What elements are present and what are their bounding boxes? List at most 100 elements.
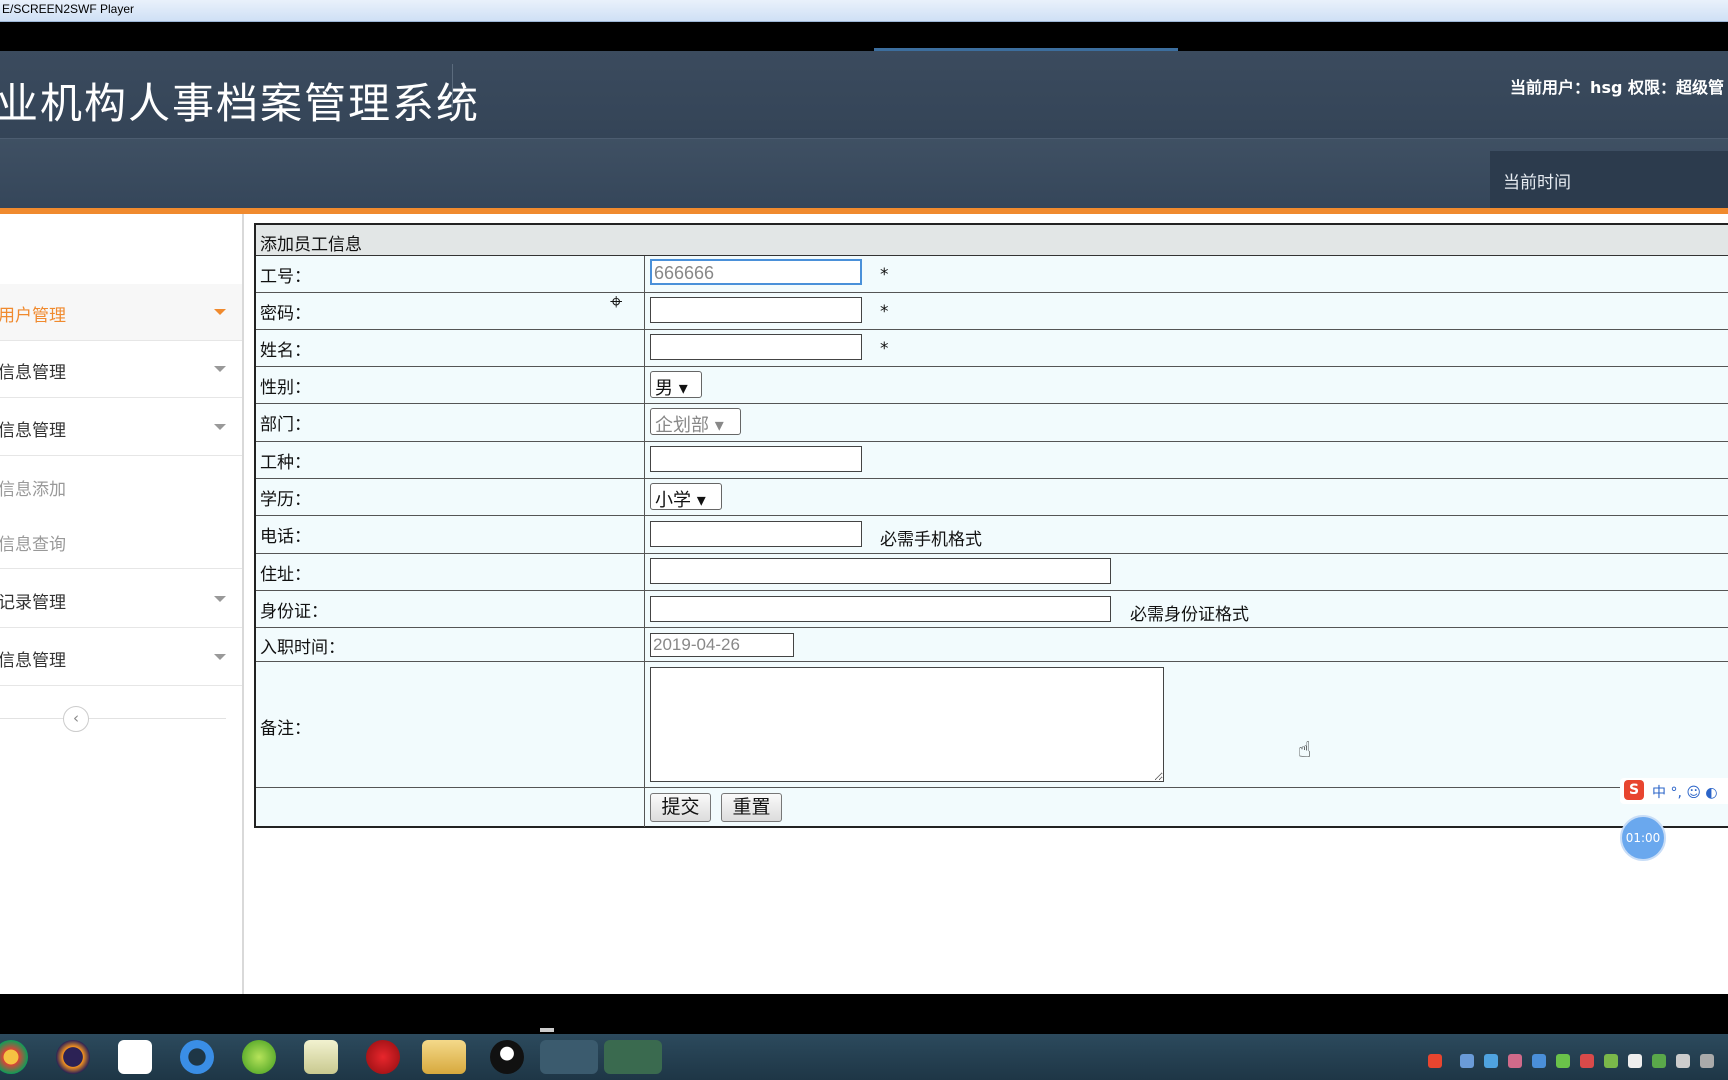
form-row-join-date: 入职时间： [256,628,1728,662]
chevron-down-icon [214,654,226,660]
address-input[interactable] [650,558,1111,584]
sidebar-item-info-management-2[interactable]: 信息管理 [0,399,242,456]
tray-nvidia-icon[interactable] [1652,1054,1666,1068]
dept-select[interactable]: 企划部 ▾ [650,408,741,436]
name-label: 姓名： [260,341,311,361]
header-subbar [0,138,1728,209]
gender-select[interactable]: 男 ▾ [650,371,702,399]
tray-volume-icon[interactable] [1676,1054,1690,1068]
sidebar-subitem-label: 信息查询 [0,535,66,555]
emp-id-label: 工号： [260,267,311,287]
education-selected-value: 小学 [655,490,691,511]
gender-selected-value: 男 [655,378,673,399]
qq-icon[interactable] [490,1040,524,1074]
baidu-netdisk-icon[interactable] [118,1040,152,1074]
sidebar-subitem-info-query[interactable]: 信息查询 [0,513,242,569]
sidebar-item-label: 信息管理 [0,651,66,671]
sidebar-item-label: 用户管理 [0,306,66,326]
ime-mode-text: 中 °, ☺ ◐ [1652,785,1718,801]
phone-format-hint: 必需手机格式 [880,530,982,550]
tray-flower-icon[interactable] [1508,1054,1522,1068]
sogou-tray-icon[interactable] [1428,1054,1442,1068]
form-row-education: 学历： [256,479,1728,516]
job-type-label: 工种： [260,453,311,473]
wechat-icon[interactable] [540,1040,598,1074]
tray-speaker-icon[interactable] [1580,1054,1594,1068]
current-user-info: 当前用户：hsg 权限：超级管 [1510,78,1724,97]
phone-label: 电话： [260,527,311,547]
tray-app-icon[interactable] [1460,1054,1474,1068]
id-card-label: 身份证： [260,602,328,622]
360-browser-icon[interactable] [242,1040,276,1074]
password-label: 密码： [260,304,311,324]
sidebar-subitem-label: 信息添加 [0,480,66,500]
qq-browser-icon[interactable] [180,1040,214,1074]
education-select[interactable]: 小学 ▾ [650,483,722,511]
join-date-input[interactable]: 2019-04-26 [650,633,794,657]
id-card-format-hint: 必需身份证格式 [1130,605,1249,625]
password-input[interactable] [650,297,862,323]
remarks-textarea[interactable] [650,667,1164,782]
required-marker: * [880,302,889,322]
required-marker: * [880,339,889,359]
reset-button[interactable]: 重置 [721,793,782,822]
tray-network-icon[interactable] [1604,1054,1618,1068]
form-row-actions [256,788,1728,827]
sidebar-item-label: 信息管理 [0,363,66,383]
dept-label: 部门： [260,415,311,435]
window-title: E/SCREEN2SWF Player [2,2,135,16]
sidebar: 用户管理 信息管理 信息管理 信息添加 信息查询 记录管理 信息管理 [0,214,244,994]
submit-button[interactable]: 提交 [650,793,711,822]
remarks-label: 备注： [260,719,311,739]
tray-qq-icon[interactable] [1628,1054,1642,1068]
chevron-down-icon [214,596,226,602]
form-title: 添加员工信息 [260,235,362,255]
form-row-dept: 部门： [256,404,1728,442]
address-label: 住址： [260,565,311,585]
tray-shield-icon[interactable] [1532,1054,1546,1068]
sidebar-item-label: 信息管理 [0,421,66,441]
chevron-down-icon [214,424,226,430]
join-date-label: 入职时间： [260,638,345,658]
recording-timer[interactable]: 01:00 [1620,815,1666,861]
form-row-name: 姓名： [256,330,1728,367]
form-header: 添加员工信息 [256,225,1728,256]
emp-id-input[interactable]: 666666 [650,259,862,285]
title-divider [452,64,453,108]
sidebar-item-info-management-3[interactable]: 信息管理 [0,629,242,686]
screen-recorder-icon[interactable] [604,1040,662,1074]
player-scroll-handle[interactable] [540,1028,554,1032]
hand-cursor-icon: ☝ [1298,738,1312,763]
sidebar-collapse-button[interactable]: ‹ [63,706,89,732]
player-bottom-bar [0,994,1728,1026]
file-explorer-icon[interactable] [422,1040,466,1074]
eclipse-icon[interactable] [56,1040,90,1074]
sidebar-item-record-management[interactable]: 记录管理 [0,571,242,628]
form-row-gender: 性别： [256,367,1728,404]
form-row-password: 密码： [256,293,1728,330]
sogou-ime-icon: S [1624,780,1644,800]
ime-toolbar[interactable]: S 中 °, ☺ ◐ [1620,778,1728,804]
tray-cube-icon[interactable] [1484,1054,1498,1068]
player-top-bar [0,22,1728,50]
tray-wechat-icon[interactable] [1556,1054,1570,1068]
sidebar-item-user-management[interactable]: 用户管理 [0,284,242,341]
phone-input[interactable] [650,521,862,547]
sidebar-collapse-divider [0,718,226,719]
name-input[interactable] [650,334,862,360]
form-row-phone: 电话： [256,516,1728,554]
sidebar-item-info-management-1[interactable]: 信息管理 [0,341,242,398]
current-time-label: 当前时间 [1503,173,1571,193]
tray-action-center-icon[interactable] [1700,1054,1714,1068]
id-card-input[interactable] [650,596,1111,622]
notepad-plus-icon[interactable] [304,1040,338,1074]
chevron-down-icon [214,366,226,372]
dept-selected-value: 企划部 [655,415,709,436]
sidebar-subitem-info-add[interactable]: 信息添加 [0,458,242,513]
form-row-emp-id: 工号： [256,256,1728,293]
window-title-bar: E/SCREEN2SWF Player [0,0,1728,22]
flash-player-icon[interactable] [366,1040,400,1074]
gender-label: 性别： [260,378,311,398]
chevron-down-icon [214,309,226,315]
job-type-input[interactable] [650,446,862,472]
